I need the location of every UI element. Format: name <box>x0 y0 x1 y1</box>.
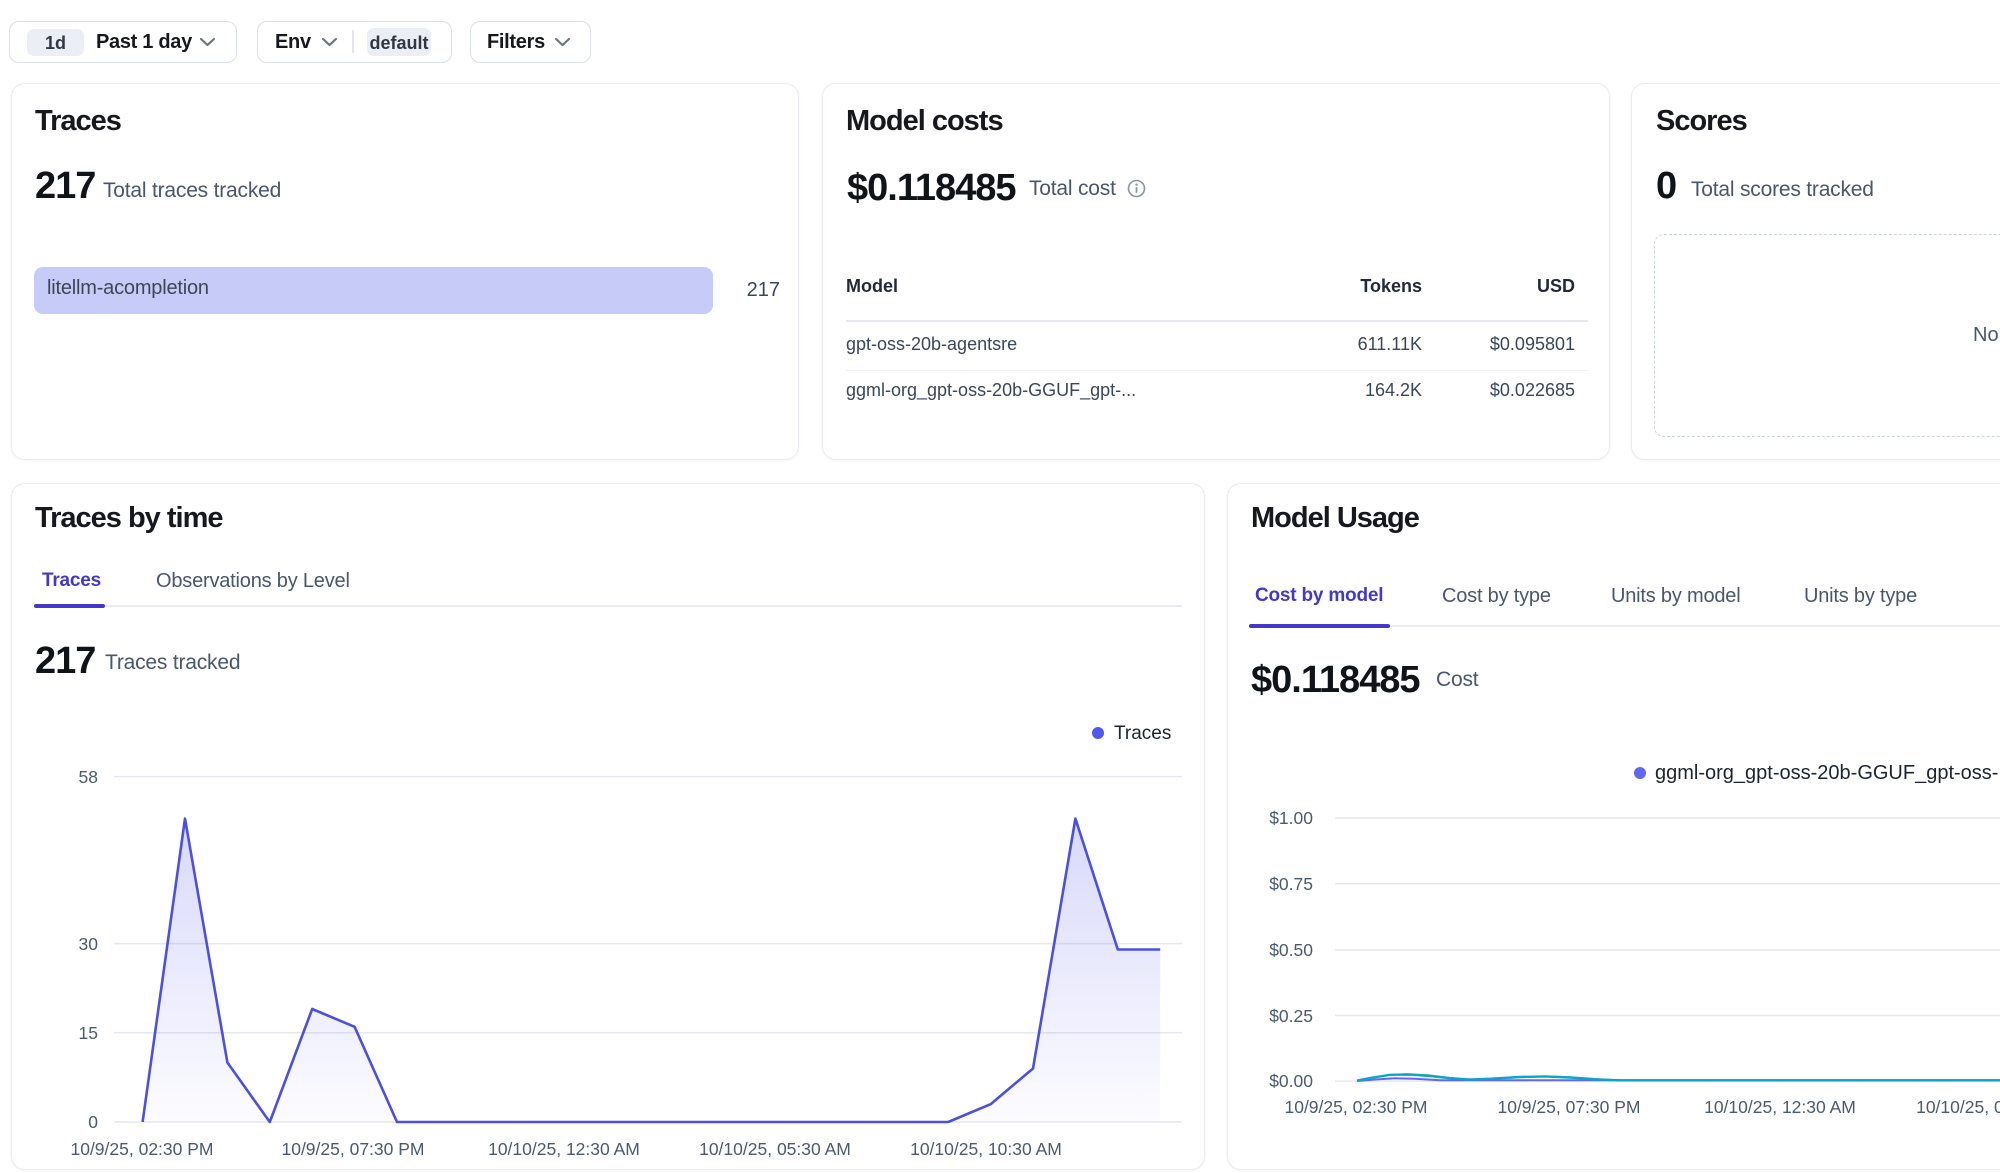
svg-text:0: 0 <box>88 1112 98 1132</box>
svg-text:$0.75: $0.75 <box>1269 874 1313 894</box>
svg-text:$0.00: $0.00 <box>1269 1071 1313 1091</box>
svg-text:$0.50: $0.50 <box>1269 940 1313 960</box>
svg-text:58: 58 <box>79 767 98 787</box>
svg-text:30: 30 <box>79 934 99 954</box>
svg-text:10/10/25, 12:30 AM: 10/10/25, 12:30 AM <box>488 1139 640 1159</box>
svg-text:10/9/25, 02:30 PM: 10/9/25, 02:30 PM <box>70 1139 213 1159</box>
svg-text:10/9/25, 02:30 PM: 10/9/25, 02:30 PM <box>1284 1097 1427 1117</box>
svg-text:10/10/25, 05:30 AM: 10/10/25, 05:30 AM <box>699 1139 851 1159</box>
svg-text:10/9/25, 07:30 PM: 10/9/25, 07:30 PM <box>1497 1097 1640 1117</box>
svg-text:10/10/25, 05:30 AM: 10/10/25, 05:30 AM <box>1916 1097 2000 1117</box>
svg-text:$0.25: $0.25 <box>1269 1006 1313 1026</box>
svg-text:15: 15 <box>79 1023 98 1043</box>
svg-text:10/9/25, 07:30 PM: 10/9/25, 07:30 PM <box>281 1139 424 1159</box>
svg-text:10/10/25, 10:30 AM: 10/10/25, 10:30 AM <box>910 1139 1062 1159</box>
svg-text:$1.00: $1.00 <box>1269 808 1313 828</box>
svg-text:10/10/25, 12:30 AM: 10/10/25, 12:30 AM <box>1704 1097 1856 1117</box>
